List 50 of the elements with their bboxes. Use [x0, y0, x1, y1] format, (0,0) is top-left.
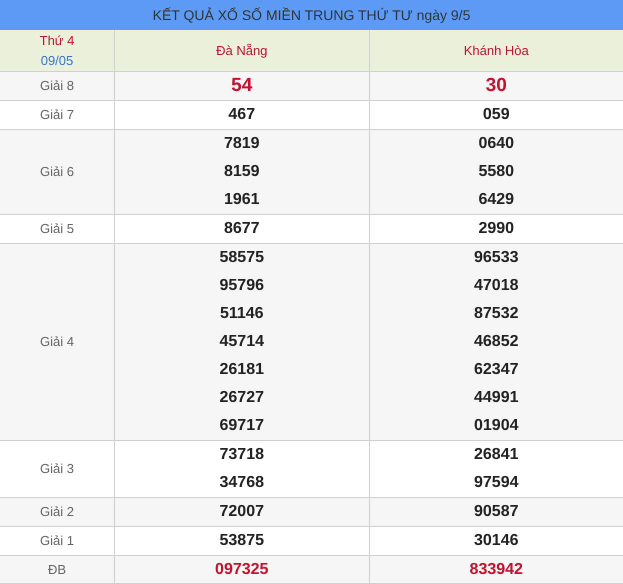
prize-label: Giải 2	[40, 503, 74, 522]
lottery-number: 30146	[474, 531, 518, 551]
prize-label: Giải 3	[40, 460, 74, 478]
lottery-number: 46852	[474, 332, 518, 352]
date-label: 09/05	[40, 52, 74, 70]
title-bar: KẾT QUẢ XỔ SỐ MIỀN TRUNG THỨ TƯ ngày 9/5	[0, 0, 623, 30]
lottery-number: 62347	[474, 360, 518, 380]
prize-label: ĐB	[48, 561, 66, 580]
lottery-number: 8677	[224, 219, 260, 239]
prize-label: Giải 4	[40, 333, 74, 352]
lottery-number: 51146	[220, 304, 264, 324]
lottery-number: 90587	[474, 502, 518, 522]
lottery-number: 6429	[478, 190, 514, 210]
lottery-number: 8159	[224, 162, 260, 182]
prize-label: Giải 1	[40, 532, 74, 550]
lottery-number: 54	[231, 74, 252, 98]
lottery-number: 833942	[470, 560, 523, 580]
prize-label: Giải 8	[40, 77, 74, 96]
lottery-number: 44991	[474, 388, 518, 408]
lottery-number: 01904	[474, 416, 518, 436]
lottery-number: 26841	[474, 445, 518, 465]
weekday-label: Thứ 4	[40, 32, 74, 50]
lottery-number: 26727	[220, 388, 264, 408]
province-header: Đà Nẵng	[216, 42, 268, 60]
lottery-number: 097325	[215, 560, 268, 580]
lottery-number: 0640	[478, 134, 514, 154]
province-header: Khánh Hòa	[464, 42, 529, 60]
lottery-number: 58575	[220, 248, 264, 268]
lottery-number: 53875	[220, 531, 264, 551]
prize-label: Giải 7	[40, 106, 74, 124]
lottery-number: 69717	[220, 416, 264, 436]
prize-label: Giải 6	[40, 163, 74, 182]
lottery-number: 73718	[220, 445, 264, 465]
lottery-number: 72007	[220, 502, 264, 522]
lottery-number: 45714	[220, 332, 264, 352]
lottery-number: 467	[228, 105, 256, 125]
lottery-number: 47018	[474, 276, 518, 296]
lottery-number: 1961	[224, 190, 260, 210]
lottery-number: 2990	[478, 219, 514, 239]
lottery-number: 34768	[220, 473, 264, 493]
lottery-number: 96533	[474, 248, 518, 268]
prize-label: Giải 5	[40, 220, 74, 238]
lottery-number: 30	[486, 74, 507, 98]
lottery-number: 059	[482, 105, 510, 125]
lottery-number: 87532	[474, 304, 518, 324]
lottery-number: 7819	[224, 134, 260, 154]
lottery-number: 5580	[478, 162, 514, 182]
lottery-number: 97594	[474, 473, 518, 493]
lottery-number: 95796	[220, 276, 264, 296]
lottery-number: 26181	[220, 360, 264, 380]
